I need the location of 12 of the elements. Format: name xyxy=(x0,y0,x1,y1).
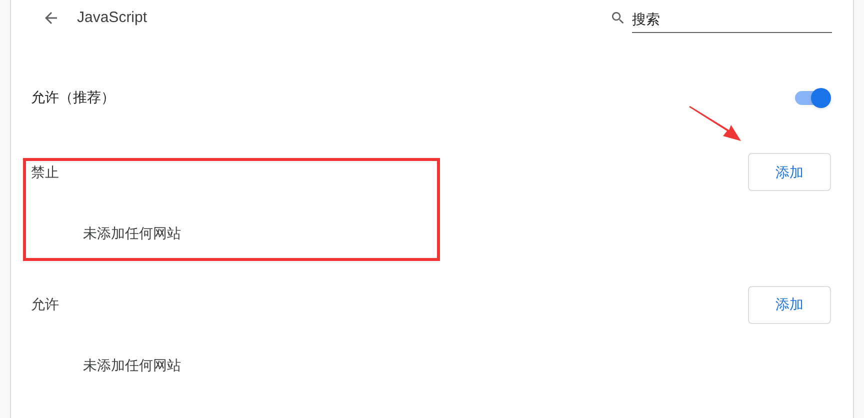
search-icon xyxy=(610,10,626,26)
section-title: 禁止 xyxy=(31,162,59,182)
toggle-switch[interactable] xyxy=(793,88,831,108)
empty-list-text: 未添加任何网站 xyxy=(83,356,181,376)
empty-list-text: 未添加任何网站 xyxy=(83,224,181,243)
setting-label: 允许（推荐） xyxy=(31,88,115,108)
search-field[interactable]: 搜索 xyxy=(632,6,832,33)
pointer-arrow xyxy=(687,105,743,144)
add-button[interactable]: 添加 xyxy=(748,153,831,192)
section-title: 允许 xyxy=(31,295,59,314)
page-title: JavaScript xyxy=(77,8,148,28)
add-button[interactable]: 添加 xyxy=(748,286,831,324)
